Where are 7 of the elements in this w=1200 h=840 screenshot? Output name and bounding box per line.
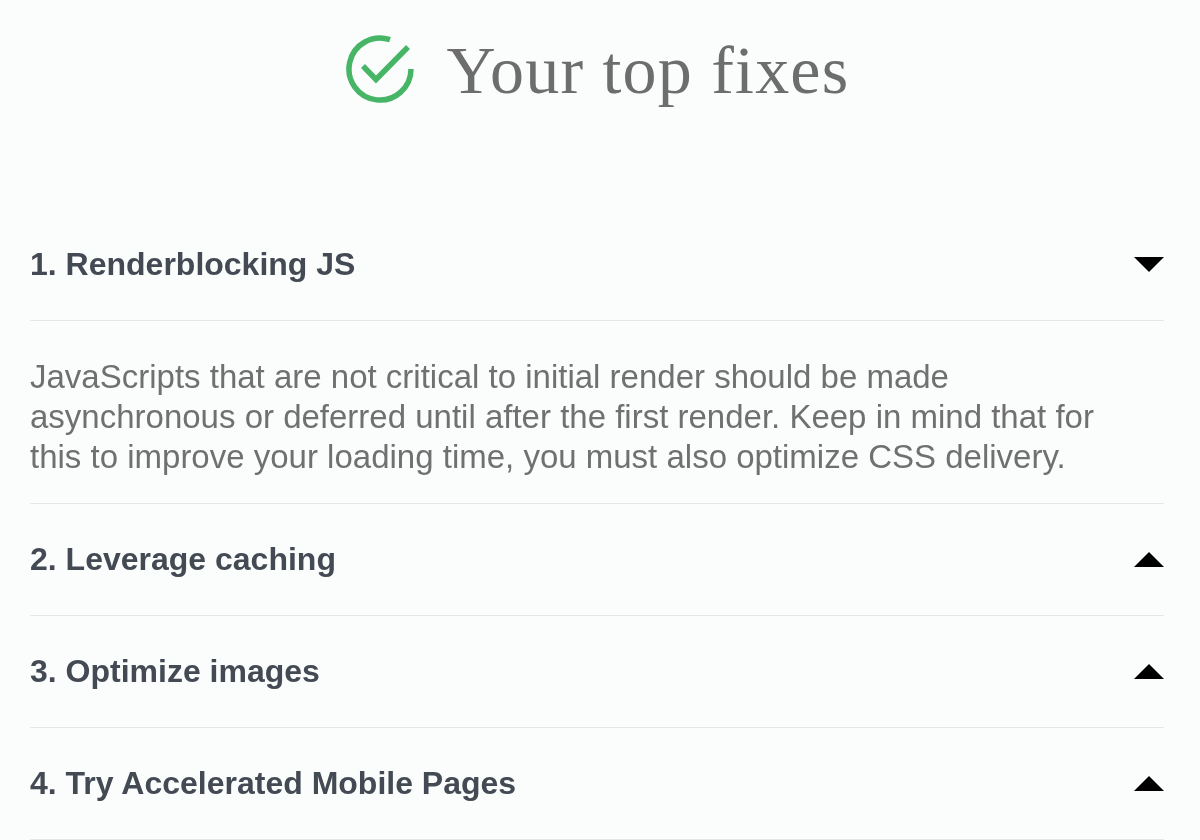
accordion-header[interactable]: 1. Renderblocking JS — [30, 209, 1164, 321]
page-title: Your top fixes — [446, 34, 850, 106]
accordion-header[interactable]: 3. Optimize images — [30, 616, 1164, 728]
accordion-header[interactable]: 4. Try Accelerated Mobile Pages — [30, 728, 1164, 840]
check-circle-icon — [344, 34, 415, 104]
accordion-header[interactable]: 2. Leverage caching — [30, 504, 1164, 616]
fix-description: JavaScripts that are not critical to initial render should be made asynchronous or deferred until after the first render. Keep in mind that for this to improve your loading time, you must also optimize CSS delivery. — [30, 357, 1095, 477]
